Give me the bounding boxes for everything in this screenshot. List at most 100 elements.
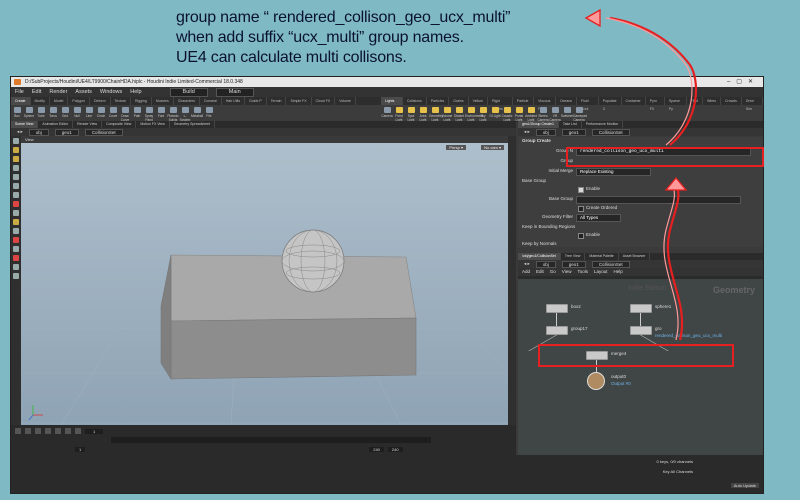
shelf-tool-vr-camera[interactable]: VR Camera — [549, 105, 561, 122]
net-menu-add[interactable]: Add — [522, 268, 530, 276]
shelf-tab[interactable]: Particle Fl — [513, 97, 535, 111]
shelf-tool-gi-light[interactable]: GI Light — [489, 105, 501, 121]
shelf-tab[interactable]: Sparse Py — [665, 97, 687, 111]
node-group-right[interactable] — [630, 326, 652, 335]
shelf-tool-box[interactable]: Box — [11, 105, 23, 121]
shelf-tab[interactable]: Oceans — [556, 97, 578, 105]
tab-animation-editor[interactable]: Animation Editor — [38, 121, 74, 128]
path-node[interactable]: CollisionSet — [84, 128, 123, 136]
base-group-section[interactable]: Base Group — [522, 177, 546, 185]
shelf-tool-switcher[interactable]: Switcher — [561, 105, 573, 121]
current-frame[interactable]: 1 — [85, 428, 104, 434]
shelf-tab[interactable]: Simple FX — [286, 97, 312, 105]
shelf-tab[interactable]: Guide P — [245, 97, 267, 105]
shelf-tab[interactable]: Cloud FX — [312, 97, 336, 105]
shelf-tab[interactable]: FEM — [687, 97, 704, 105]
net-menu-layout[interactable]: Layout — [594, 268, 608, 276]
path-node[interactable]: CollisionSet — [591, 128, 630, 136]
node-group17[interactable] — [546, 326, 568, 335]
shelf-tool-curve[interactable]: Curve — [107, 105, 119, 121]
shelf-tab[interactable]: Grains — [449, 97, 469, 105]
shelf-tab[interactable]: Viscous Fl — [534, 97, 556, 111]
shelf-tab[interactable]: Deform — [90, 97, 111, 105]
enable-checkbox[interactable] — [578, 187, 584, 193]
node-box2[interactable] — [546, 304, 568, 313]
jump-end-icon[interactable] — [75, 428, 81, 434]
back-arrow-icon[interactable]: ◂ ▸ — [17, 128, 23, 136]
create-ordered-checkbox[interactable] — [578, 206, 584, 212]
shelf-tab[interactable]: Rigid Bodies — [488, 97, 513, 111]
shelf-tab[interactable]: Volume — [335, 97, 356, 105]
shelf-tab[interactable]: Muscles — [152, 97, 174, 105]
rotate-tool-icon[interactable] — [13, 156, 19, 162]
initial-merge-select[interactable]: Replace Existing — [576, 168, 651, 176]
shelf-tool-stereo-camera[interactable]: Stereo Camera — [537, 105, 549, 122]
shelf-tab[interactable]: Fluid Cont — [577, 97, 599, 111]
shelf-tab[interactable]: Hair Utils — [222, 97, 246, 105]
shelf-tab[interactable]: Texture — [111, 97, 131, 105]
persp-menu[interactable]: Persp ▾ — [446, 145, 466, 150]
auto-update-button[interactable]: Auto Update — [730, 483, 759, 488]
shelf-tool-line[interactable]: Line — [83, 105, 95, 121]
shelf-tool-spot-light[interactable]: Spot Light — [405, 105, 417, 122]
main-desktop-select[interactable]: Main — [215, 88, 254, 97]
menu-help[interactable]: Help — [130, 87, 141, 97]
shelf-tab[interactable]: Rigging — [131, 97, 152, 105]
select-tool-icon[interactable] — [13, 138, 19, 144]
magnet-icon[interactable] — [13, 210, 19, 216]
timeline-scrubber[interactable] — [111, 437, 431, 443]
shelf-tool-file[interactable]: File — [203, 105, 215, 121]
tab-take-list[interactable]: Take List — [559, 121, 582, 128]
record-icon[interactable] — [13, 237, 19, 243]
range-start[interactable]: 1 — [75, 446, 86, 452]
shelf-tab[interactable]: Drive Sim — [742, 97, 763, 111]
normals-section[interactable]: Keep by Normals — [522, 240, 557, 248]
menu-render[interactable]: Render — [49, 87, 67, 97]
secure-icon[interactable] — [13, 228, 19, 234]
shelf-tool-spray-paint[interactable]: Spray Paint — [143, 105, 155, 122]
prim-icon[interactable] — [13, 264, 19, 270]
geometry-filter-select[interactable]: All Types — [576, 214, 621, 222]
back-arrow-icon[interactable]: ◂ ▸ — [524, 260, 530, 268]
tab-motion-fx-view[interactable]: Motion FX View — [136, 121, 170, 128]
stop-icon[interactable] — [45, 428, 51, 434]
back-arrow-icon[interactable]: ◂ ▸ — [524, 128, 530, 136]
shelf-tool-geometry-light[interactable]: Geometry Light — [429, 105, 443, 122]
network-editor[interactable]: Indie Edition Geometry box2 sphere1 grou… — [518, 279, 763, 455]
window-controls[interactable]: –▢✕ — [727, 77, 759, 87]
shelf-tool-torus[interactable]: Torus — [47, 105, 59, 121]
tab-asset-browser[interactable]: Asset Browser — [619, 253, 651, 260]
shelf-tab[interactable]: Populate C — [599, 97, 622, 111]
shelf-tool-path[interactable]: Path — [131, 105, 143, 121]
range-end-1[interactable]: 240 — [369, 446, 384, 452]
shelf-tool-caustic-light[interactable]: Caustic Light — [501, 105, 513, 122]
shelf-tool-circle[interactable]: Circle — [95, 105, 107, 121]
step-forward-icon[interactable] — [65, 428, 71, 434]
tab-scene-view[interactable]: Scene View — [11, 121, 39, 128]
enable2-checkbox[interactable] — [578, 233, 584, 239]
shelf-tab[interactable]: Create — [11, 97, 31, 105]
shelf-tool-null[interactable]: Null — [71, 105, 83, 121]
view-tool-icon[interactable] — [13, 192, 19, 198]
display-icon[interactable] — [13, 246, 19, 252]
net-menu-help[interactable]: Help — [614, 268, 623, 276]
shelf-tool-lsystem[interactable]: L-System — [179, 105, 191, 122]
handle-tool-icon[interactable] — [13, 174, 19, 180]
play-icon[interactable] — [55, 428, 61, 434]
tab-composite-view[interactable]: Composite View — [102, 121, 137, 128]
shelf-tool-gamepad-camera[interactable]: Gamepad Camera — [573, 105, 587, 122]
node-output0[interactable] — [587, 372, 605, 390]
key-all-channels[interactable]: Key All Channels — [663, 469, 693, 474]
shelf-tab[interactable]: Modify — [31, 97, 50, 105]
shelf-tool-area-light[interactable]: Area Light — [417, 105, 429, 122]
shelf-tool-camera[interactable]: Camera — [381, 105, 393, 121]
path-node[interactable]: CollisionSet — [591, 260, 630, 268]
shelf-tab[interactable]: Polygon — [68, 97, 91, 105]
path-obj[interactable]: obj — [535, 260, 556, 268]
shelf-tab[interactable]: Pyro FX — [646, 97, 665, 111]
path-obj[interactable]: obj — [28, 128, 49, 136]
shelf-tab[interactable]: Terrain — [267, 97, 287, 105]
lock-icon[interactable] — [13, 219, 19, 225]
snap-icon[interactable] — [13, 201, 19, 207]
tab-tree-view[interactable]: Tree View — [561, 253, 586, 260]
